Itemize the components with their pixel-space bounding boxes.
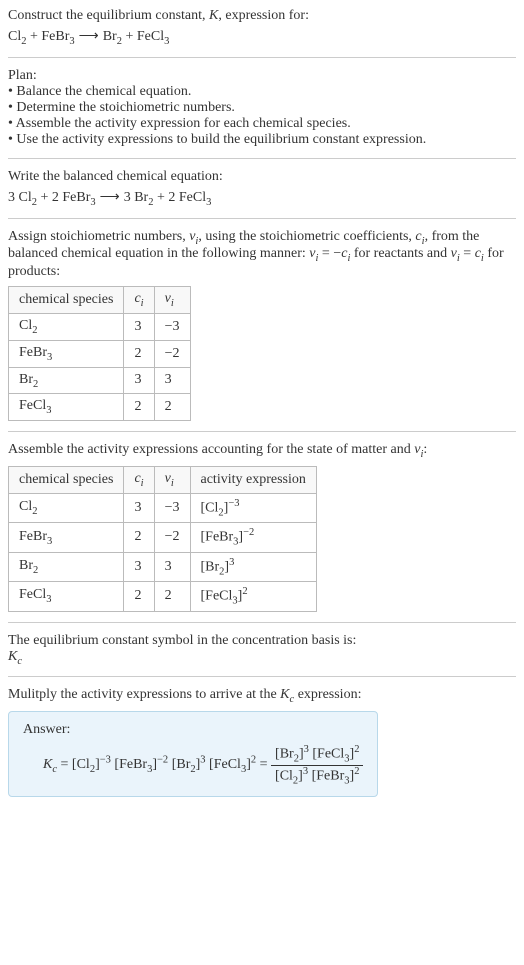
arrow-icon: ⟶	[79, 28, 99, 45]
table-row: FeCl322[FeCl3]2	[9, 582, 317, 611]
stoich-section: Assign stoichiometric numbers, νi, using…	[8, 229, 516, 422]
divider	[8, 218, 516, 219]
table-row: Br233[Br2]3	[9, 552, 317, 581]
answer-label: Answer:	[23, 722, 363, 738]
divider	[8, 622, 516, 623]
table-row: FeBr32−2[FeBr3]−2	[9, 523, 317, 552]
table-row: Cl23−3	[9, 313, 191, 340]
answer-expression: Kc = [Cl2]−3 [FeBr3]−2 [Br2]3 [FeCl3]2 =…	[23, 744, 363, 786]
col-ci: ci	[124, 287, 154, 314]
multiply-text: Mulitply the activity expressions to arr…	[8, 687, 516, 705]
product: FeCl3	[137, 29, 169, 44]
answer-box: Answer: Kc = [Cl2]−3 [FeBr3]−2 [Br2]3 [F…	[8, 711, 378, 797]
stoich-text: Assign stoichiometric numbers, νi, using…	[8, 229, 516, 281]
intro-section: Construct the equilibrium constant, K, e…	[8, 8, 516, 47]
fraction: [Br2]3 [FeCl3]2[Cl2]3 [FeBr3]2	[271, 744, 363, 786]
activity-table: chemical species ci νi activity expressi…	[8, 466, 317, 612]
col-activity: activity expression	[190, 466, 316, 493]
K-symbol: K	[209, 8, 218, 23]
arrow-icon: ⟶	[100, 189, 120, 206]
divider	[8, 431, 516, 432]
plan-item: • Determine the stoichiometric numbers.	[8, 100, 516, 116]
multiply-section: Mulitply the activity expressions to arr…	[8, 687, 516, 797]
symbol-text: The equilibrium constant symbol in the c…	[8, 633, 516, 649]
divider	[8, 158, 516, 159]
plan-item: • Use the activity expressions to build …	[8, 132, 516, 148]
table-row: Br233	[9, 367, 191, 394]
balanced-equation: 3 Cl2 + 2 FeBr3 ⟶ 3 Br2 + 2 FeCl3	[8, 189, 516, 208]
symbol-section: The equilibrium constant symbol in the c…	[8, 633, 516, 667]
balanced-section: Write the balanced chemical equation: 3 …	[8, 169, 516, 208]
reactant: Cl2	[8, 29, 26, 44]
reactant: Cl2	[19, 190, 37, 205]
activity-section: Assemble the activity expressions accoun…	[8, 442, 516, 611]
plan-title: Plan:	[8, 68, 516, 84]
col-species: chemical species	[9, 466, 124, 493]
plan-item: • Assemble the activity expression for e…	[8, 116, 516, 132]
plan-item: • Balance the chemical equation.	[8, 84, 516, 100]
product: Br2	[134, 190, 153, 205]
reactant: FeBr3	[62, 190, 95, 205]
intro-text2: , expression for:	[218, 8, 309, 23]
col-nui: νi	[154, 287, 190, 314]
divider	[8, 676, 516, 677]
balanced-title: Write the balanced chemical equation:	[8, 169, 516, 185]
activity-title: Assemble the activity expressions accoun…	[8, 442, 516, 460]
reactant: FeBr3	[41, 29, 74, 44]
col-species: chemical species	[9, 287, 124, 314]
col-ci: ci	[124, 466, 154, 493]
kc-symbol: Kc	[8, 649, 516, 667]
product: Br2	[103, 29, 122, 44]
product: FeCl3	[179, 190, 211, 205]
table-row: FeCl322	[9, 394, 191, 421]
unbalanced-equation: Cl2 + FeBr3 ⟶ Br2 + FeCl3	[8, 28, 516, 47]
table-row: FeBr32−2	[9, 340, 191, 367]
table-row: Cl23−3[Cl2]−3	[9, 493, 317, 522]
table-header-row: chemical species ci νi activity expressi…	[9, 466, 317, 493]
col-nui: νi	[154, 466, 190, 493]
table-header-row: chemical species ci νi	[9, 287, 191, 314]
plan-section: Plan: • Balance the chemical equation. •…	[8, 68, 516, 148]
stoich-table: chemical species ci νi Cl23−3 FeBr32−2 B…	[8, 286, 191, 421]
divider	[8, 57, 516, 58]
intro-text: Construct the equilibrium constant,	[8, 8, 209, 23]
